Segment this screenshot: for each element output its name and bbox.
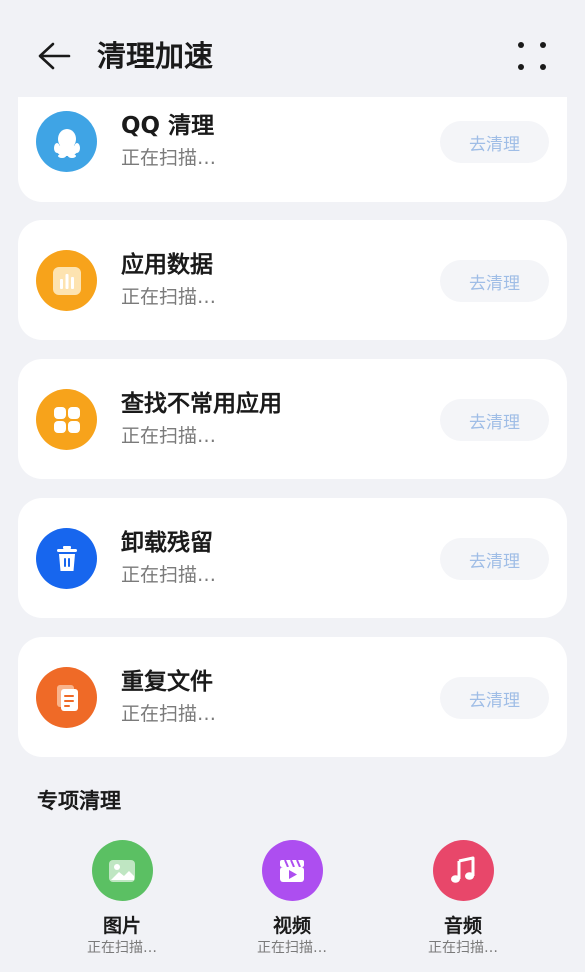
card-status: 正在扫描… [121,703,217,725]
image-icon [91,840,153,901]
card-uninstall-residue[interactable]: 卸载残留 正在扫描… 去清理 [18,498,567,618]
back-button[interactable] [32,36,76,76]
app-grid-icon [36,389,97,450]
clean-button[interactable]: 去清理 [440,399,549,441]
card-status: 正在扫描… [121,425,217,447]
special-item-status: 正在扫描… [257,940,327,956]
special-item-label: 音频 [443,915,482,937]
section-title-special: 专项清理 [37,789,121,813]
card-title: 卸载残留 [121,530,213,556]
trash-icon [36,528,97,589]
header: 清理加速 [0,0,585,100]
special-item-status: 正在扫描… [428,940,498,956]
page-title: 清理加速 [97,39,214,73]
special-item-videos[interactable]: 视频 正在扫描… [232,840,352,970]
special-item-images[interactable]: 图片 正在扫描… [62,840,182,970]
special-item-status: 正在扫描… [87,940,157,956]
more-dots-icon [518,42,546,70]
card-title: 应用数据 [121,252,213,278]
special-item-label: 图片 [102,915,141,937]
card-title: 重复文件 [121,669,213,695]
bar-chart-icon [36,250,97,311]
card-duplicate-files[interactable]: 重复文件 正在扫描… 去清理 [18,637,567,757]
card-qq-clean[interactable]: QQ 清理 正在扫描… 去清理 [18,97,567,202]
clean-button[interactable]: 去清理 [440,121,549,163]
card-unused-apps[interactable]: 查找不常用应用 正在扫描… 去清理 [18,359,567,479]
more-options-button[interactable] [510,36,554,76]
card-status: 正在扫描… [121,564,217,586]
back-arrow-icon [38,42,71,70]
clean-button[interactable]: 去清理 [440,260,549,302]
qq-penguin-icon [36,111,97,172]
card-app-data[interactable]: 应用数据 正在扫描… 去清理 [18,220,567,340]
clean-button[interactable]: 去清理 [440,538,549,580]
music-note-icon [432,840,494,901]
special-item-audio[interactable]: 音频 正在扫描… [403,840,523,970]
card-status: 正在扫描… [121,147,217,169]
card-title: 查找不常用应用 [121,391,282,417]
duplicate-file-icon [36,667,97,728]
clean-button[interactable]: 去清理 [440,677,549,719]
card-status: 正在扫描… [121,286,217,308]
video-clapper-icon [261,840,323,901]
card-title: QQ 清理 [121,113,215,139]
special-item-label: 视频 [272,915,311,937]
